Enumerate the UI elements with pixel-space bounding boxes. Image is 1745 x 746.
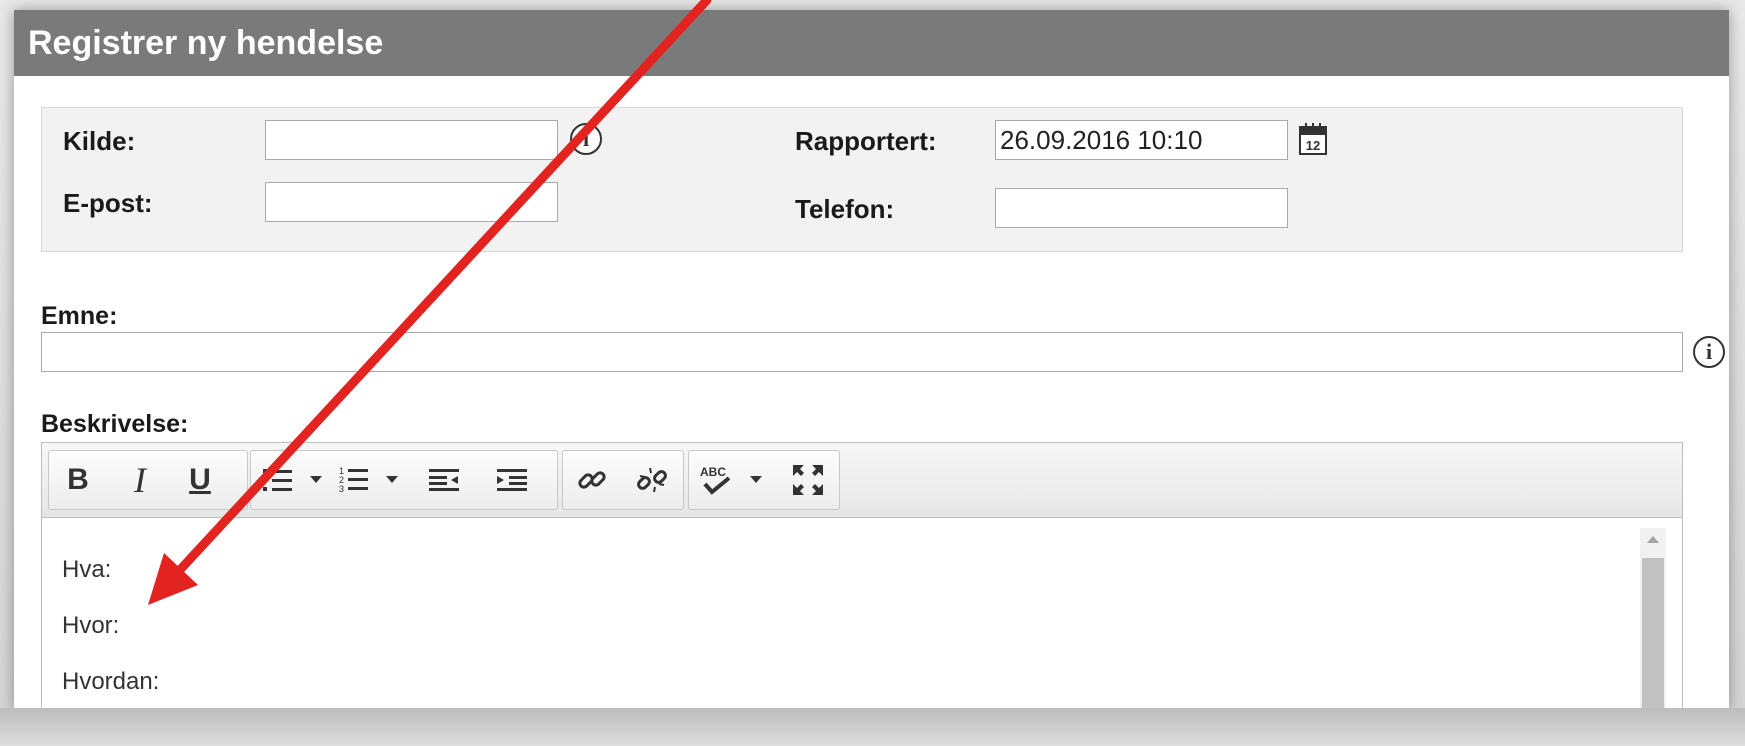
kilde-label: Kilde: [63, 126, 136, 156]
link-group [562, 450, 684, 510]
contact-info-panel: Kilde: i E-post: Rapportert: 12 Telefon: [41, 107, 1683, 252]
beskrivelse-label: Beskrivelse: [41, 410, 189, 438]
rapportert-input[interactable] [995, 120, 1288, 160]
emne-label: Emne: [41, 302, 118, 330]
unlink-icon[interactable] [631, 451, 673, 509]
editor-line-hvor: Hvor: [62, 612, 120, 639]
bullet-list-icon[interactable] [257, 451, 299, 509]
editor-scrollbar[interactable] [1640, 528, 1666, 710]
list-group: 123 [250, 450, 558, 510]
editor-line-hva: Hva: [62, 556, 112, 583]
numbered-list-icon[interactable]: 123 [333, 451, 375, 509]
calendar-icon[interactable]: 12 [1298, 122, 1328, 156]
epost-input[interactable] [265, 182, 558, 222]
emne-info-icon[interactable]: i [1693, 336, 1725, 368]
maximize-icon[interactable] [787, 451, 829, 509]
scroll-up-arrow-icon[interactable] [1647, 536, 1659, 543]
editor-line-hvordan: Hvordan: [62, 668, 160, 695]
emne-input[interactable] [41, 332, 1683, 372]
underline-icon[interactable]: U [179, 451, 221, 509]
numbered-list-dropdown-icon[interactable] [381, 451, 403, 509]
outdent-icon[interactable] [423, 451, 465, 509]
scrollbar-thumb[interactable] [1642, 558, 1664, 710]
indent-icon[interactable] [491, 451, 533, 509]
description-editor[interactable]: Hva: Hvor: Hvordan: [41, 518, 1683, 710]
dialog-title: Registrer ny hendelse [14, 10, 1729, 76]
kilde-input[interactable] [265, 120, 558, 160]
link-icon[interactable] [571, 451, 613, 509]
bold-icon[interactable]: B [57, 451, 99, 509]
kilde-info-icon[interactable]: i [570, 123, 602, 155]
telefon-input[interactable] [995, 188, 1288, 228]
register-incident-dialog: Registrer ny hendelse Kilde: i E-post: R… [14, 10, 1729, 710]
editor-toolbar: B I U 123 ABC [41, 442, 1683, 518]
spellcheck-dropdown-icon[interactable] [745, 451, 767, 509]
bullet-list-dropdown-icon[interactable] [305, 451, 327, 509]
italic-icon[interactable]: I [119, 451, 161, 509]
epost-label: E-post: [63, 188, 153, 218]
svg-text:ABC: ABC [700, 465, 726, 479]
rapportert-label: Rapportert: [795, 126, 937, 156]
telefon-label: Telefon: [795, 194, 895, 224]
spellcheck-icon[interactable]: ABC [695, 451, 737, 509]
tools-group: ABC [688, 450, 840, 510]
bottom-edge [0, 708, 1745, 746]
svg-text:3: 3 [339, 484, 344, 494]
svg-text:12: 12 [1306, 138, 1320, 153]
format-group: B I U [48, 450, 248, 510]
